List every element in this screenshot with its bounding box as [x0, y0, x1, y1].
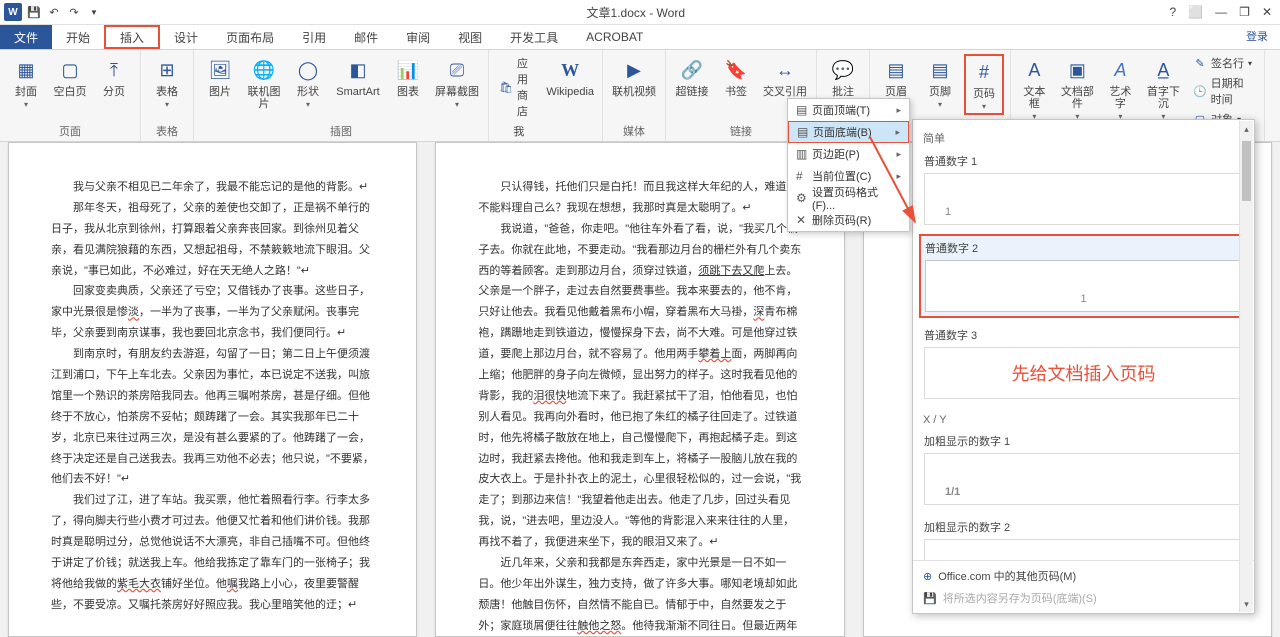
- para: 我们过了江，进了车站。我买票，他忙着照看行李。行李太多了，得向脚夫行些小费才可过…: [51, 490, 374, 615]
- minimize-icon[interactable]: ―: [1215, 5, 1227, 19]
- quickparts-button[interactable]: ▣文档部件▾: [1056, 54, 1099, 123]
- qat-dropdown[interactable]: ▼: [86, 4, 102, 20]
- redo-icon[interactable]: ↷: [66, 4, 82, 20]
- menu-page-margin[interactable]: ▥页边距(P)▸: [788, 143, 909, 165]
- online-video-button[interactable]: ▶联机视频: [609, 54, 659, 100]
- ribbon-collapse-icon[interactable]: ⬜: [1188, 5, 1203, 19]
- menu-format-pagenum[interactable]: ⚙设置页码格式(F)...: [788, 187, 909, 209]
- signature-line-button[interactable]: ✎签名行 ▾: [1189, 54, 1258, 72]
- comment-button[interactable]: 💬批注: [823, 54, 863, 100]
- para: 那年冬天，祖母死了，父亲的差使也交卸了，正是祸不单行的日子，我从北京到徐州，打算…: [51, 198, 374, 282]
- tab-developer[interactable]: 开发工具: [496, 25, 572, 49]
- dropcap-button[interactable]: A̲首字下沉▾: [1142, 54, 1185, 123]
- para: 近几年来，父亲和我都是东奔西走，家中光景是一日不如一日。他少年出外谋生，独力支持…: [478, 553, 801, 637]
- document-title: 文章1.docx - Word: [102, 4, 1170, 21]
- para: 到南京时，有朋友约去游逛，勾留了一日；第二日上午便须渡江到浦口，下午上车北去。父…: [51, 344, 374, 490]
- tab-design[interactable]: 设计: [160, 25, 212, 49]
- gallery-item-plain-3[interactable]: 普通数字 3 先给文档插入页码: [919, 322, 1248, 404]
- gallery-item-bold-2[interactable]: 加粗显示的数字 2 1/1: [919, 514, 1248, 560]
- tab-view[interactable]: 视图: [444, 25, 496, 49]
- group-pages-label: 页面: [6, 121, 134, 139]
- blank-page-button[interactable]: ▢空白页: [50, 54, 90, 100]
- equation-button[interactable]: π公式▾: [1271, 54, 1280, 111]
- tab-acrobat[interactable]: ACROBAT: [572, 25, 657, 49]
- shapes-button[interactable]: ◯形状▾: [288, 54, 328, 111]
- para: 回家变卖典质，父亲还了亏空；又借钱办了丧事。这些日子，家中光景很是惨淡，一半为了…: [51, 281, 374, 344]
- gallery-item-plain-2[interactable]: 普通数字 2 1: [919, 234, 1248, 318]
- undo-icon[interactable]: ↶: [46, 4, 62, 20]
- gallery-item-bold-1[interactable]: 加粗显示的数字 1 1/1: [919, 428, 1248, 510]
- page-number-gallery: 简单 普通数字 1 1 普通数字 2 1 普通数字 3 先给文档插入页码 X /…: [912, 119, 1255, 614]
- word-icon: W: [4, 3, 22, 21]
- gallery-scrollbar[interactable]: ▴ ▾: [1239, 121, 1253, 612]
- tab-layout[interactable]: 页面布局: [212, 25, 288, 49]
- restore-icon[interactable]: ❐: [1239, 5, 1250, 19]
- page-break-button[interactable]: ⤒分页: [94, 54, 134, 100]
- menu-remove-pagenum[interactable]: ✕删除页码(R): [788, 209, 909, 231]
- annotation-text: 先给文档插入页码: [1012, 360, 1156, 386]
- textbox-button[interactable]: A文本框▾: [1017, 54, 1052, 123]
- menu-page-top[interactable]: ▤页面顶端(T)▸: [788, 99, 909, 121]
- table-button[interactable]: ⊞表格▾: [147, 54, 187, 111]
- datetime-button[interactable]: 🕒日期和时间: [1189, 74, 1258, 108]
- cover-page-button[interactable]: ▦封面▾: [6, 54, 46, 111]
- gallery-category-simple: 简单: [919, 124, 1248, 148]
- gallery-save-selection: 💾将所选内容另存为页码(底端)(S): [917, 587, 1250, 609]
- bookmark-button[interactable]: 🔖书签: [716, 54, 756, 100]
- menu-page-bottom[interactable]: ▤页面底端(B)▸: [788, 121, 909, 143]
- crossref-button[interactable]: ↔交叉引用: [760, 54, 810, 100]
- picture-button[interactable]: 🖼图片: [200, 54, 240, 100]
- chart-button[interactable]: 📊图表: [388, 54, 428, 100]
- page-2[interactable]: 只认得钱，托他们只是白托！而且我这样大年纪的人，难道还不能料理自己么？我现在想想…: [435, 142, 844, 637]
- tab-insert[interactable]: 插入: [104, 25, 160, 49]
- tab-references[interactable]: 引用: [288, 25, 340, 49]
- login-link[interactable]: 登录: [1246, 28, 1268, 44]
- save-icon[interactable]: 💾: [26, 4, 42, 20]
- para: 我说道，"爸爸，你走吧。"他往车外看了看，说，"我买几个橘子去。你就在此地，不要…: [478, 219, 801, 553]
- tab-file[interactable]: 文件: [0, 25, 52, 49]
- tab-mailings[interactable]: 邮件: [340, 25, 392, 49]
- wordart-button[interactable]: A艺术字▾: [1103, 54, 1138, 123]
- group-symbols-label: 符号: [1271, 121, 1280, 139]
- gallery-more-office[interactable]: ⊕Office.com 中的其他页码(M): [917, 565, 1250, 587]
- online-picture-button[interactable]: 🌐联机图片: [244, 54, 284, 112]
- page-number-button[interactable]: #页码▾: [964, 54, 1004, 115]
- group-tables-label: 表格: [147, 121, 187, 139]
- page-1[interactable]: 我与父亲不相见已二年余了，我最不能忘记的是他的背影。↵ 那年冬天，祖母死了，父亲…: [8, 142, 417, 637]
- tab-review[interactable]: 审阅: [392, 25, 444, 49]
- hyperlink-button[interactable]: 🔗超链接: [672, 54, 712, 100]
- group-media-label: 媒体: [609, 121, 659, 139]
- store-button[interactable]: 🛍应用商店: [495, 54, 540, 120]
- para: 我与父亲不相见已二年余了，我最不能忘记的是他的背影。↵: [51, 177, 374, 198]
- screenshot-button[interactable]: ⎚屏幕截图▾: [432, 54, 482, 111]
- gallery-item-plain-1[interactable]: 普通数字 1 1: [919, 148, 1248, 230]
- footer-button[interactable]: ▤页脚▾: [920, 54, 960, 111]
- gallery-category-xy: X / Y: [919, 408, 1248, 428]
- page-number-menu: ▤页面顶端(T)▸ ▤页面底端(B)▸ ▥页边距(P)▸ #当前位置(C)▸ ⚙…: [787, 98, 910, 232]
- group-illus-label: 插图: [200, 121, 482, 139]
- help-icon[interactable]: ?: [1170, 5, 1177, 19]
- tab-home[interactable]: 开始: [52, 25, 104, 49]
- smartart-button[interactable]: ◧SmartArt: [332, 54, 384, 100]
- para: 只认得钱，托他们只是白托！而且我这样大年纪的人，难道还不能料理自己么？我现在想想…: [478, 177, 801, 219]
- close-icon[interactable]: ✕: [1262, 5, 1272, 19]
- wikipedia-button[interactable]: WWikipedia: [544, 54, 596, 100]
